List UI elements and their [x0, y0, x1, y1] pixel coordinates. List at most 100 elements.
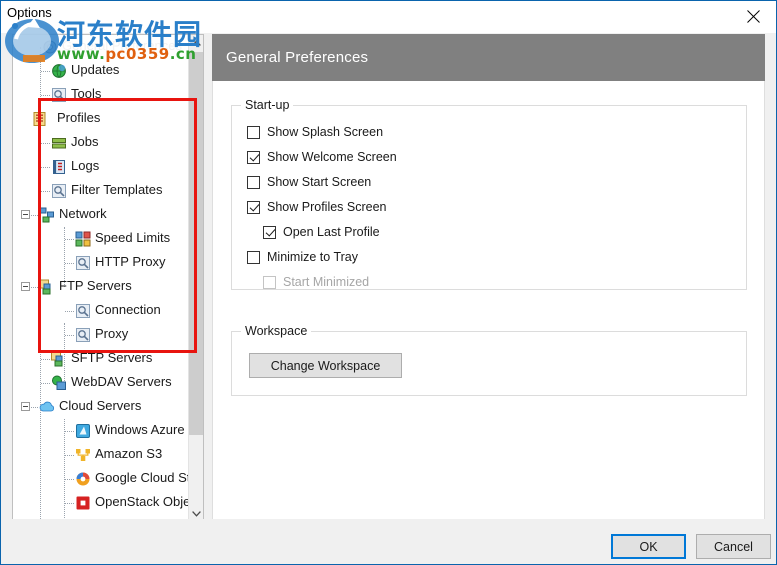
sidebar-item-label: Jobs — [71, 134, 98, 149]
amazon-icon — [75, 447, 91, 463]
tree-guide-line — [65, 335, 74, 336]
tree-guide-line — [41, 359, 50, 360]
tree-guide-line — [31, 215, 38, 216]
sidebar-item-label: Logs — [71, 158, 99, 173]
tree-guide-line — [31, 287, 38, 288]
webdav-icon — [51, 375, 67, 391]
checkbox-show-welcome-screen[interactable]: Show Welcome Screen — [247, 150, 397, 164]
dialog-body: General Preferences Updates Tool — [1, 33, 776, 519]
scroll-up-icon[interactable] — [189, 35, 204, 52]
sidebar-item-openstack-object-storage[interactable]: OpenStack Object... — [13, 491, 189, 515]
tree-guide-line — [41, 95, 50, 96]
sidebar-item-label: General Preferences — [62, 38, 182, 53]
checkbox-label: Show Start Screen — [267, 175, 371, 189]
tree-expander-cloud-servers[interactable] — [21, 402, 30, 411]
jobs-icon — [51, 135, 67, 151]
sidebar-item-label: Cloud Servers — [59, 398, 141, 413]
checkbox-label: Show Profiles Screen — [267, 200, 387, 214]
sidebar-item-label: FTP Servers — [59, 278, 132, 293]
checkbox-show-profiles-screen[interactable]: Show Profiles Screen — [247, 200, 387, 214]
cloud-icon — [39, 399, 55, 415]
sidebar-item-windows-azure[interactable]: Windows Azure — [13, 419, 189, 443]
tree-guide-line — [41, 71, 50, 72]
sidebar-item-logs[interactable]: Logs — [13, 155, 189, 179]
checkbox-label: Show Welcome Screen — [267, 150, 397, 164]
sidebar-item-label: Profiles — [57, 110, 100, 125]
checkbox-start-minimized: Start Minimized — [263, 275, 369, 289]
ftp-icon — [39, 279, 55, 295]
ok-button[interactable]: OK — [611, 534, 686, 559]
tree-guide-line — [65, 263, 74, 264]
checkbox-show-start-screen[interactable]: Show Start Screen — [247, 175, 371, 189]
tree-guide-line — [65, 311, 74, 312]
sidebar-item-cloud-servers[interactable]: Cloud Servers — [13, 395, 189, 419]
workspace-group-title: Workspace — [241, 324, 311, 338]
checkbox-open-last-profile[interactable]: Open Last Profile — [263, 225, 380, 239]
sidebar-item-proxy[interactable]: Proxy — [13, 323, 189, 347]
tree-guide-line — [41, 191, 50, 192]
sidebar-item-speed-limits[interactable]: Speed Limits — [13, 227, 189, 251]
checkbox-label: Show Splash Screen — [267, 125, 383, 139]
sidebar-item-label: Tools — [71, 86, 101, 101]
network-icon — [39, 207, 55, 223]
checkbox-box[interactable] — [247, 126, 260, 139]
sidebar-item-jobs[interactable]: Jobs — [13, 131, 189, 155]
dialog-footer: OK Cancel — [1, 519, 776, 564]
checkbox-box[interactable] — [247, 201, 260, 214]
sidebar-item-network[interactable]: Network — [13, 203, 189, 227]
tree-scrollbar[interactable] — [188, 35, 203, 522]
scrollbar-thumb[interactable] — [189, 52, 204, 435]
sidebar-item-label: WebDAV Servers — [71, 374, 172, 389]
tree-guide-line — [65, 503, 74, 504]
tree-guide-line — [41, 143, 50, 144]
content-area: Start-up Show Splash Screen Show Welcome… — [212, 81, 765, 523]
checkbox-box[interactable] — [247, 251, 260, 264]
checkbox-show-splash-screen[interactable]: Show Splash Screen — [247, 125, 383, 139]
checkbox-box[interactable] — [247, 176, 260, 189]
sftp-icon — [51, 351, 67, 367]
sidebar-item-connection[interactable]: Connection — [13, 299, 189, 323]
sidebar-item-http-proxy[interactable]: HTTP Proxy — [13, 251, 189, 275]
tree-guide-line — [31, 407, 38, 408]
sidebar-item-amazon-s3[interactable]: Amazon S3 — [13, 443, 189, 467]
tools-icon — [51, 87, 67, 103]
options-tree-panel[interactable]: General Preferences Updates Tool — [12, 34, 204, 523]
proxy-icon — [75, 255, 91, 271]
sidebar-item-label: Network — [59, 206, 107, 221]
sidebar-item-general-preferences[interactable]: General Preferences — [13, 35, 189, 59]
checkbox-box[interactable] — [247, 151, 260, 164]
close-icon[interactable] — [730, 1, 776, 32]
checkbox-minimize-to-tray[interactable]: Minimize to Tray — [247, 250, 358, 264]
options-tree: General Preferences Updates Tool — [13, 35, 189, 522]
filter-icon — [51, 183, 67, 199]
tree-expander-network[interactable] — [21, 210, 30, 219]
logs-icon — [51, 159, 67, 175]
sidebar-item-profiles[interactable]: Profiles — [13, 107, 189, 131]
sidebar-item-label: Proxy — [95, 326, 128, 341]
checkbox-label: Minimize to Tray — [267, 250, 358, 264]
change-workspace-button[interactable]: Change Workspace — [249, 353, 402, 378]
tree-expander-ftp-servers[interactable] — [21, 282, 30, 291]
startup-group: Start-up Show Splash Screen Show Welcome… — [231, 105, 747, 290]
gear-icon — [42, 39, 58, 55]
profiles-icon — [32, 111, 48, 127]
tree-guide-line — [65, 455, 74, 456]
globe-icon — [51, 63, 67, 79]
cancel-button[interactable]: Cancel — [696, 534, 771, 559]
checkbox-box[interactable] — [263, 226, 276, 239]
tree-guide-line — [41, 167, 50, 168]
sidebar-item-filter-templates[interactable]: Filter Templates — [13, 179, 189, 203]
sidebar-item-label: Speed Limits — [95, 230, 170, 245]
sidebar-item-ftp-servers[interactable]: FTP Servers — [13, 275, 189, 299]
sidebar-item-webdav-servers[interactable]: WebDAV Servers — [13, 371, 189, 395]
sidebar-item-label: SFTP Servers — [71, 350, 152, 365]
sidebar-item-tools[interactable]: Tools — [13, 83, 189, 107]
openstack-icon — [75, 495, 91, 511]
sidebar-item-updates[interactable]: Updates — [13, 59, 189, 83]
checkbox-label: Start Minimized — [283, 275, 369, 289]
sidebar-item-label: Updates — [71, 62, 119, 77]
sidebar-item-sftp-servers[interactable]: SFTP Servers — [13, 347, 189, 371]
sidebar-item-google-cloud-storage[interactable]: Google Cloud Stor... — [13, 467, 189, 491]
sidebar-item-label: Amazon S3 — [95, 446, 162, 461]
proxy-icon — [75, 327, 91, 343]
